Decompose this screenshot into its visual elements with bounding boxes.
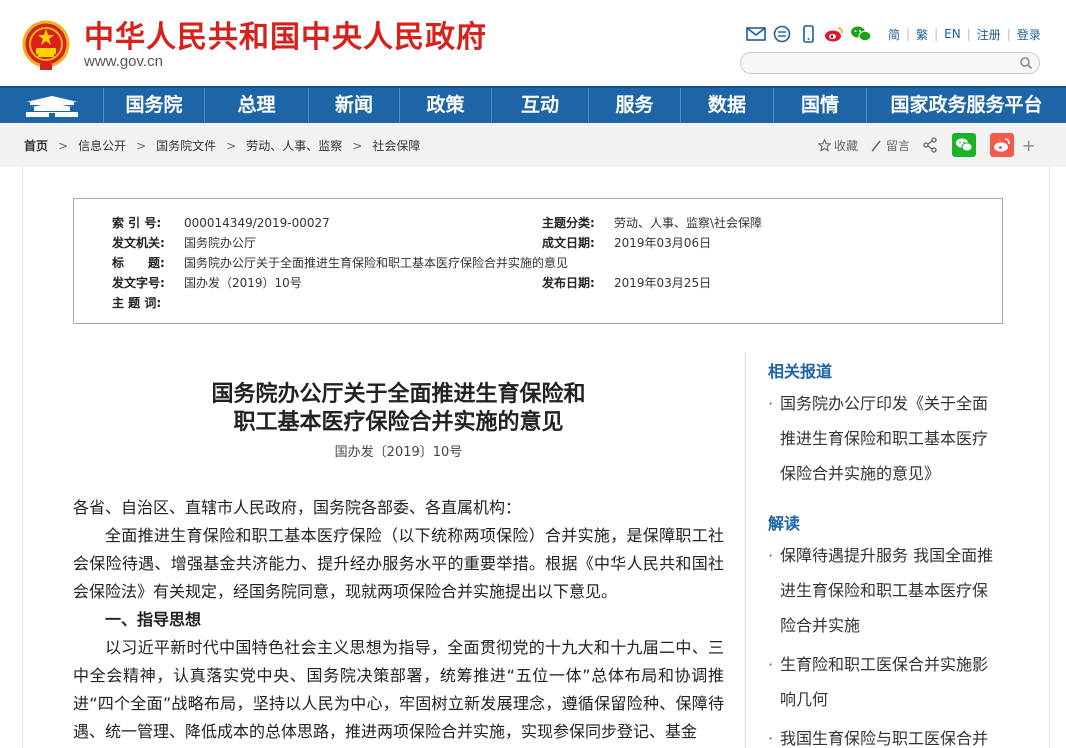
share-icon[interactable] [922,137,938,153]
meta-title: 标 题: 国务院办公厅关于全面推进生育保险和职工基本医疗保险合并实施的意见 [112,256,569,270]
meta-doc-number: 发文字号: 国办发（2019）10号 [112,276,302,290]
interpretation-link[interactable]: 我国生育保险与职工医保合并 [768,721,998,748]
breadcrumb-info-disclosure[interactable]: 信息公开 [78,137,126,154]
star-icon [818,138,831,152]
nav-item-interaction[interactable]: 互动 [492,88,589,123]
chat-bubble-icon[interactable] [772,25,792,43]
related-reports-heading: 相关报道 [768,362,833,381]
breadcrumb-home[interactable]: 首页 [24,137,48,154]
site-url[interactable]: www.gov.cn [84,53,163,70]
sidebar: 相关报道 国务院办公厅印发《关于全面推进生育保险和职工基本医疗保险合并实施的意见… [745,352,1035,748]
article-doc-number: 国办发〔2019〕10号 [334,445,463,460]
weibo-icon [994,138,1010,152]
related-report-link[interactable]: 国务院办公厅印发《关于全面推进生育保险和职工基本医疗保险合并实施的意见》 [768,386,998,491]
nav-item-data[interactable]: 数据 [681,88,774,123]
meta-issuer: 发文机关: 国务院办公厅 [112,236,257,250]
salutation: 各省、自治区、直辖市人民政府，国务院各部委、各直属机构： [73,498,522,517]
national-emblem-icon[interactable] [22,20,70,72]
breadcrumb: 首页 > 信息公开 > 国务院文件 > 劳动、人事、监察 > 社会保障 [24,137,420,154]
nav-item-premier[interactable]: 总理 [205,88,309,123]
article-title: 国务院办公厅关于全面推进生育保险和 职工基本医疗保险合并实施的意见 [73,381,724,437]
site-header: 中华人民共和国中央人民政府 www.gov.cn 简 | 繁 | EN | 注册 | 登… [0,0,1066,86]
nav-item-services[interactable]: 服务 [589,88,681,123]
chevron-right-icon: > [352,138,363,153]
meta-index: 索 引 号: 000014349/2019-00027 [112,216,330,230]
weibo-icon[interactable] [824,25,844,43]
nav-item-gov-service-platform[interactable]: 国家政务服务平台 [867,88,1066,123]
nav-item-news[interactable]: 新闻 [309,88,400,123]
search-icon[interactable] [1019,56,1033,70]
comment-button[interactable]: 留言 [870,137,910,154]
favorite-button[interactable]: 收藏 [818,137,858,154]
article-title-line1: 国务院办公厅关于全面推进生育保险和 [211,382,586,407]
breadcrumb-labor[interactable]: 劳动、人事、监察 [246,137,342,154]
interpretation-link[interactable]: 生育险和职工医保合并实施影响几何 [768,647,998,717]
nav-item-policy[interactable]: 政策 [400,88,492,123]
interpretation-list: 保障待遇提升服务 我国全面推进生育保险和职工基本医疗保险合并实施 生育险和职工医… [768,538,998,748]
wechat-icon[interactable] [850,25,872,43]
content-frame: 索 引 号: 000014349/2019-00027 主题分类: 劳动、人事、监察… [22,167,1050,748]
interpretation-link[interactable]: 保障待遇提升服务 我国全面推进生育保险和职工基本医疗保险合并实施 [768,538,998,643]
related-reports-list: 国务院办公厅印发《关于全面推进生育保险和职工基本医疗保险合并实施的意见》 [768,386,998,491]
section-heading: 一、指导思想 [105,610,202,629]
nav-item-national-info[interactable]: 国情 [774,88,867,123]
main-nav: 国务院 总理 新闻 政策 互动 服务 数据 国情 国家政务服务平台 [0,86,1066,123]
breadcrumb-social-security[interactable]: 社会保障 [372,137,420,154]
lang-simplified-link[interactable]: 简 [882,26,906,43]
meta-category: 主题分类: 劳动、人事、监察\社会保障 [542,216,763,230]
paragraph: 以习近平新时代中国特色社会主义思想为指导，全面贯彻党的十九大和十九届二中、三中全… [73,638,724,741]
chevron-right-icon: > [226,138,237,153]
breadcrumb-bar: 首页 > 信息公开 > 国务院文件 > 劳动、人事、监察 > 社会保障 收藏 留… [0,123,1066,167]
document-metadata-table: 索 引 号: 000014349/2019-00027 主题分类: 劳动、人事、监察… [73,198,1003,324]
mail-icon[interactable] [746,25,766,43]
language-links: 简 | 繁 | EN | 注册 | 登录 [882,26,1047,43]
paragraph: 全面推进生育保险和职工基本医疗保险（以下统称两项保险）合并实施，是保障职工社会保… [73,526,724,601]
chevron-right-icon: > [58,138,69,153]
interpretation-heading: 解读 [768,514,801,533]
mobile-phone-icon[interactable] [798,25,818,43]
top-icons: 简 | 繁 | EN | 注册 | 登录 [746,24,1047,44]
comment-label: 留言 [886,138,911,153]
article-body: 各省、自治区、直辖市人民政府，国务院各部委、各直属机构： 全面推进生育保险和职工… [73,494,724,746]
breadcrumb-state-council-docs[interactable]: 国务院文件 [156,137,216,154]
meta-created-date: 成文日期: 2019年03月06日 [542,236,712,250]
nav-home-logo[interactable] [0,88,104,123]
meta-published-date: 发布日期: 2019年03月25日 [542,276,712,290]
search-box [740,52,1040,74]
search-input[interactable] [751,54,1021,74]
wechat-icon [956,138,973,152]
tiananmen-icon [25,95,78,117]
register-link[interactable]: 注册 [971,26,1007,43]
more-share-button[interactable]: + [1022,136,1035,155]
lang-traditional-link[interactable]: 繁 [910,26,934,43]
login-link[interactable]: 登录 [1011,26,1047,43]
pencil-icon [871,139,881,152]
site-title[interactable]: 中华人民共和国中央人民政府 [84,20,487,56]
nav-item-state-council[interactable]: 国务院 [104,88,205,123]
share-toolbar: 收藏 留言 + [818,133,1035,157]
share-weibo-button[interactable] [990,133,1015,157]
favorite-label: 收藏 [834,138,859,153]
meta-keywords: 主 题 词: [112,296,162,310]
lang-english-link[interactable]: EN [938,27,967,41]
article-title-line2: 职工基本医疗保险合并实施的意见 [233,410,564,435]
chevron-right-icon: > [136,138,147,153]
share-wechat-button[interactable] [952,133,977,157]
